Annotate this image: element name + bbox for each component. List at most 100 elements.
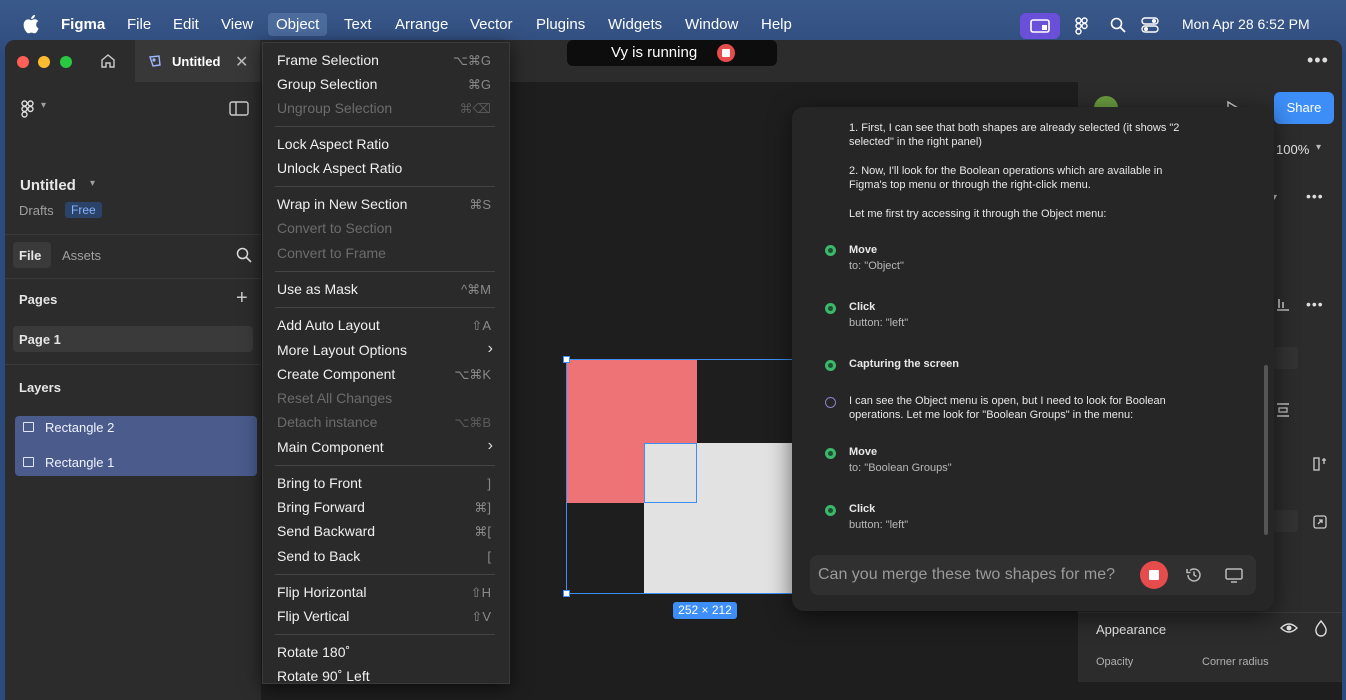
apple-logo-icon[interactable] (22, 13, 42, 35)
menu-separator (275, 307, 495, 308)
menu-separator (275, 634, 495, 635)
vy-message-line: Figma's top menu or through the right-cl… (849, 179, 1091, 191)
menu-object[interactable]: Object (268, 13, 328, 36)
close-window-button[interactable] (17, 56, 29, 68)
layer-rectangle-2[interactable]: Rectangle 2 (45, 420, 114, 435)
design-file-icon (149, 55, 161, 67)
step-title: Capturing the screen (849, 358, 960, 370)
menu-plugins[interactable]: Plugins (536, 16, 585, 33)
add-page-icon[interactable]: + (236, 287, 248, 310)
menu-item-more-layout-options[interactable]: More Layout Options (277, 342, 407, 358)
control-center-icon[interactable] (1141, 17, 1159, 33)
minimize-window-button[interactable] (38, 56, 50, 68)
menu-help[interactable]: Help (761, 16, 792, 33)
menu-text[interactable]: Text (344, 16, 372, 33)
more-options-icon[interactable]: ••• (1306, 188, 1324, 204)
distribute-vertical-icon[interactable] (1276, 402, 1290, 418)
page-name[interactable]: Page 1 (19, 332, 61, 347)
constraints-icon[interactable] (1312, 456, 1328, 472)
zoom-chevron-icon[interactable]: ▾ (1316, 142, 1321, 153)
menu-edit[interactable]: Edit (173, 16, 199, 33)
menu-item-frame-selection[interactable]: Frame Selection (277, 52, 379, 68)
vy-chat-input-text[interactable]: Can you merge these two shapes for me? (818, 566, 1136, 584)
menu-shortcut: ⌘G (467, 77, 491, 92)
file-location[interactable]: Drafts (19, 203, 54, 218)
zoom-level[interactable]: 100% (1276, 142, 1309, 157)
submenu-chevron-icon: › (487, 340, 493, 357)
selection-bounding-box[interactable] (566, 359, 798, 594)
rectangle-layer-icon (23, 457, 34, 467)
menu-item-unlock-aspect-ratio[interactable]: Unlock Aspect Ratio (277, 160, 402, 176)
menu-item-use-as-mask[interactable]: Use as Mask (277, 281, 358, 297)
menu-item-ungroup-selection: Ungroup Selection (277, 100, 393, 116)
menu-item-flip-vertical[interactable]: Flip Vertical (277, 608, 349, 624)
close-tab-icon[interactable]: ✕ (235, 52, 248, 72)
menu-separator (275, 465, 495, 466)
vy-message-line: Let me first try accessing it through th… (849, 208, 1107, 220)
corner-radius-label: Corner radius (1202, 656, 1269, 668)
menu-item-wrap-in-new-section[interactable]: Wrap in New Section (277, 196, 407, 212)
figma-main-menu-icon[interactable] (21, 100, 35, 118)
menu-item-send-backward[interactable]: Send Backward (277, 523, 375, 539)
file-name-chevron-icon[interactable]: ▾ (90, 178, 95, 189)
menu-item-add-auto-layout[interactable]: Add Auto Layout (277, 317, 380, 333)
more-options-icon[interactable]: ••• (1307, 50, 1329, 71)
eye-icon[interactable] (1280, 621, 1298, 635)
spotlight-search-icon[interactable] (1110, 17, 1126, 33)
menu-app-figma[interactable]: Figma (61, 16, 105, 33)
share-button[interactable]: Share (1274, 92, 1334, 124)
menu-item-group-selection[interactable]: Group Selection (277, 76, 377, 92)
menu-item-detach-instance: Detach instance (277, 414, 378, 430)
home-icon[interactable] (99, 52, 117, 70)
step-title: Move (849, 244, 878, 256)
menu-item-send-to-back[interactable]: Send to Back (277, 548, 360, 564)
resize-handle-top-left[interactable] (563, 356, 570, 363)
appearance-heading: Appearance (1096, 622, 1167, 637)
stop-task-button[interactable] (1140, 561, 1168, 589)
vy-stop-button[interactable] (717, 44, 735, 62)
file-name[interactable]: Untitled (20, 177, 76, 194)
menu-arrange[interactable]: Arrange (395, 16, 448, 33)
menu-vector[interactable]: Vector (470, 16, 513, 33)
menu-file[interactable]: File (127, 16, 151, 33)
menu-item-main-component[interactable]: Main Component (277, 439, 384, 455)
menu-shortcut: ⇧V (471, 609, 491, 624)
menu-item-rotate-180[interactable]: Rotate 180˚ (277, 644, 350, 660)
zoom-window-button[interactable] (60, 56, 72, 68)
figma-menubar-icon[interactable] (1075, 17, 1089, 35)
menu-item-lock-aspect-ratio[interactable]: Lock Aspect Ratio (277, 136, 389, 152)
step-complete-icon (825, 360, 836, 371)
more-options-icon[interactable]: ••• (1306, 296, 1324, 312)
panel-field[interactable] (1270, 510, 1298, 532)
vy-message-line: 2. Now, I'll look for the Boolean operat… (849, 165, 1163, 177)
panel-field[interactable] (1270, 347, 1298, 369)
divider (1078, 612, 1342, 613)
vy-status-icon[interactable] (1020, 13, 1060, 39)
resize-icon[interactable] (1312, 514, 1328, 530)
menu-separator (275, 126, 495, 127)
search-icon[interactable] (236, 247, 252, 263)
menu-widgets[interactable]: Widgets (608, 16, 662, 33)
menu-window[interactable]: Window (685, 16, 738, 33)
toggle-sidebar-icon[interactable] (229, 101, 249, 117)
history-icon[interactable] (1184, 565, 1204, 585)
resize-handle-bottom-left[interactable] (563, 590, 570, 597)
tab-assets[interactable]: Assets (62, 248, 101, 263)
menu-item-bring-to-front[interactable]: Bring to Front (277, 475, 362, 491)
blend-drop-icon[interactable] (1314, 619, 1328, 637)
menu-item-create-component[interactable]: Create Component (277, 366, 395, 382)
align-bottom-icon[interactable] (1276, 296, 1290, 312)
vy-chat-input[interactable]: Can you merge these two shapes for me? (810, 555, 1256, 595)
menu-item-bring-forward[interactable]: Bring Forward (277, 499, 365, 515)
menu-shortcut: [ (487, 549, 491, 564)
menu-view[interactable]: View (221, 16, 253, 33)
screen-icon[interactable] (1224, 565, 1244, 585)
thinking-icon (825, 397, 836, 408)
layer-rectangle-1[interactable]: Rectangle 1 (45, 455, 114, 470)
step-title: Click (849, 503, 876, 515)
menu-item-flip-horizontal[interactable]: Flip Horizontal (277, 584, 366, 600)
tab-file[interactable]: File (19, 248, 41, 263)
vy-panel-scrollbar[interactable] (1264, 365, 1268, 535)
chevron-down-icon[interactable]: ▾ (41, 100, 46, 111)
menu-separator (275, 271, 495, 272)
